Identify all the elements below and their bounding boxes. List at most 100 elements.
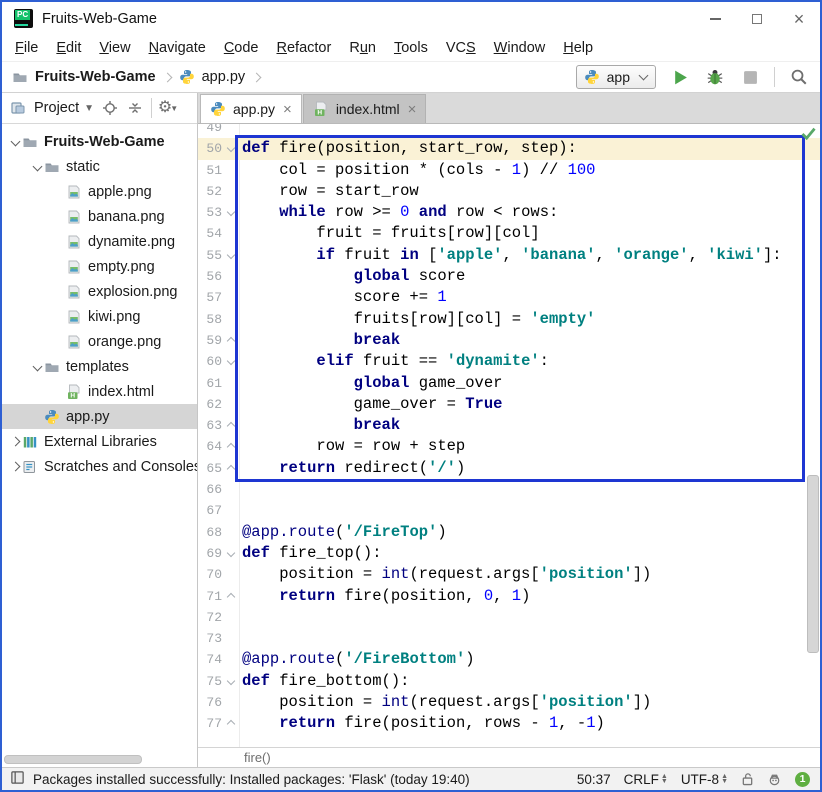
line-number[interactable]: 63	[198, 415, 225, 436]
tab-close-icon[interactable]: ×	[408, 101, 417, 118]
caret-position-widget[interactable]: 50:37	[577, 772, 611, 787]
collapse-all-button[interactable]	[126, 99, 144, 117]
fold-marker-icon[interactable]	[225, 415, 239, 436]
line-number[interactable]: 69	[198, 543, 225, 564]
minimize-button[interactable]	[694, 2, 736, 35]
tree-item-templates[interactable]: templates	[2, 354, 197, 379]
event-log-icon[interactable]	[10, 770, 25, 788]
horizontal-scrollbar[interactable]	[4, 755, 142, 764]
line-number[interactable]: 76	[198, 692, 225, 713]
tree-item-banana-png[interactable]: banana.png	[2, 204, 197, 229]
chevron-down-icon[interactable]	[8, 138, 22, 145]
menu-help[interactable]: Help	[554, 37, 602, 59]
inspection-profile-icon[interactable]	[767, 772, 782, 787]
line-number[interactable]: 59	[198, 330, 225, 351]
fold-marker-icon[interactable]	[225, 138, 239, 159]
line-number[interactable]: 54	[198, 223, 225, 244]
chevron-down-icon[interactable]	[30, 163, 44, 170]
line-separator-widget[interactable]: CRLF ▲▼	[624, 772, 668, 787]
line-number[interactable]: 72	[198, 607, 225, 628]
tree-item-app-py[interactable]: app.py	[2, 404, 197, 429]
line-number[interactable]: 71	[198, 586, 225, 607]
inspection-ok-icon[interactable]	[801, 127, 816, 145]
tree-item-explosion-png[interactable]: explosion.png	[2, 279, 197, 304]
menu-run[interactable]: Run	[340, 37, 385, 59]
tree-item-apple-png[interactable]: apple.png	[2, 179, 197, 204]
fold-marker-icon[interactable]	[225, 543, 239, 564]
line-number[interactable]: 62	[198, 394, 225, 415]
close-button[interactable]: ×	[778, 2, 820, 35]
tree-item-fruits-web-game[interactable]: Fruits-Web-Game	[2, 129, 197, 154]
menu-refactor[interactable]: Refactor	[268, 37, 341, 59]
line-number[interactable]: 73	[198, 628, 225, 649]
fold-marker-icon[interactable]	[225, 330, 239, 351]
line-number[interactable]: 58	[198, 309, 225, 330]
menu-file[interactable]: File	[6, 37, 47, 59]
fold-marker-icon[interactable]	[225, 713, 239, 734]
encoding-widget[interactable]: UTF-8 ▲▼	[681, 772, 728, 787]
breadcrumb-item[interactable]: app.py	[179, 69, 246, 85]
line-number[interactable]: 56	[198, 266, 225, 287]
line-number[interactable]: 60	[198, 351, 225, 372]
breadcrumb-function[interactable]: fire()	[244, 750, 271, 765]
chevron-right-icon[interactable]	[8, 438, 22, 445]
menu-view[interactable]: View	[90, 37, 139, 59]
line-number[interactable]: 57	[198, 287, 225, 308]
chevron-right-icon[interactable]	[8, 463, 22, 470]
menu-vcs[interactable]: VCS	[437, 37, 485, 59]
line-number[interactable]: 53	[198, 202, 225, 223]
line-number[interactable]: 52	[198, 181, 225, 202]
tree-item-orange-png[interactable]: orange.png	[2, 329, 197, 354]
tree-item-external-libraries[interactable]: External Libraries	[2, 429, 197, 454]
run-button[interactable]	[669, 66, 691, 88]
menu-edit[interactable]: Edit	[47, 37, 90, 59]
fold-marker-icon[interactable]	[225, 202, 239, 223]
stop-button[interactable]	[739, 66, 761, 88]
line-number[interactable]: 55	[198, 245, 225, 266]
project-panel-title[interactable]: Project	[34, 100, 79, 116]
fold-marker-icon[interactable]	[225, 436, 239, 457]
maximize-button[interactable]	[736, 2, 778, 35]
line-number[interactable]: 70	[198, 564, 225, 585]
tree-item-scratches-and-consoles[interactable]: Scratches and Consoles	[2, 454, 197, 479]
search-everywhere-button[interactable]	[788, 66, 810, 88]
menu-navigate[interactable]: Navigate	[140, 37, 215, 59]
line-number[interactable]: 51	[198, 160, 225, 181]
line-number[interactable]: 61	[198, 373, 225, 394]
line-number[interactable]: 68	[198, 522, 225, 543]
line-number[interactable]: 77	[198, 713, 225, 734]
code-editor[interactable]: 4950def fire(position, start_row, step):…	[198, 124, 820, 747]
fold-marker-icon[interactable]	[225, 671, 239, 692]
line-number[interactable]: 50	[198, 138, 225, 159]
notification-badge[interactable]: 1	[795, 772, 810, 787]
line-number[interactable]: 64	[198, 436, 225, 457]
menu-window[interactable]: Window	[485, 37, 555, 59]
locate-file-button[interactable]	[101, 99, 119, 117]
line-number[interactable]: 49	[198, 124, 225, 138]
readonly-lock-icon[interactable]	[741, 772, 754, 786]
tree-item-dynamite-png[interactable]: dynamite.png	[2, 229, 197, 254]
run-configuration-select[interactable]: app	[576, 65, 656, 89]
line-number[interactable]: 66	[198, 479, 225, 500]
line-number[interactable]: 74	[198, 649, 225, 670]
menu-code[interactable]: Code	[215, 37, 268, 59]
fold-marker-icon[interactable]	[225, 458, 239, 479]
tree-item-kiwi-png[interactable]: kiwi.png	[2, 304, 197, 329]
line-number[interactable]: 75	[198, 671, 225, 692]
breadcrumb-item[interactable]: Fruits-Web-Game	[12, 69, 156, 85]
settings-gear-button[interactable]: ⚙▼	[159, 99, 177, 117]
tab-app-py[interactable]: app.py×	[200, 94, 302, 123]
debug-button[interactable]	[704, 66, 726, 88]
tab-close-icon[interactable]: ×	[283, 101, 292, 118]
chevron-down-icon[interactable]	[30, 363, 44, 370]
fold-marker-icon[interactable]	[225, 245, 239, 266]
fold-marker-icon[interactable]	[225, 586, 239, 607]
tab-index-html[interactable]: Hindex.html×	[303, 94, 427, 123]
line-number[interactable]: 67	[198, 500, 225, 521]
tree-item-static[interactable]: static	[2, 154, 197, 179]
fold-marker-icon[interactable]	[225, 351, 239, 372]
tree-item-empty-png[interactable]: empty.png	[2, 254, 197, 279]
tree-item-index-html[interactable]: Hindex.html	[2, 379, 197, 404]
vertical-scrollbar[interactable]	[807, 475, 819, 653]
line-number[interactable]: 65	[198, 458, 225, 479]
